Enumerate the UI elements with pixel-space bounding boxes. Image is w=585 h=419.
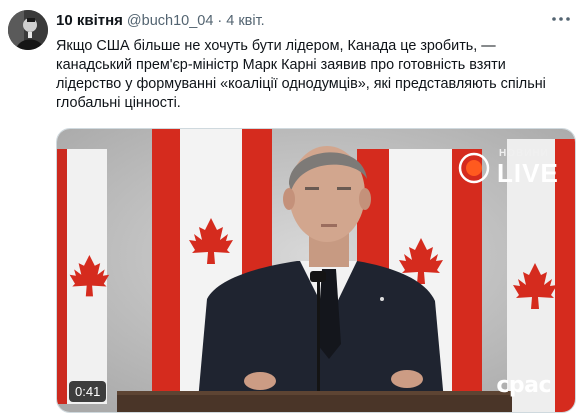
live-label: LIVE [497,158,559,188]
video-player[interactable]: НОВИНИ LIVE 0:41 cpac [56,128,576,413]
avatar-image [8,10,48,50]
tweet[interactable]: 10 квітня @buch10_04 · 4 квіт. Якщо США … [0,0,585,419]
more-dots-icon [552,17,570,21]
left-hand [244,372,276,390]
avatar[interactable] [8,10,48,50]
tweet-header: 10 квітня @buch10_04 · 4 квіт. [56,12,265,32]
live-logo: НОВИНИ LIVE [457,147,561,188]
user-handle[interactable]: @buch10_04 [127,13,213,29]
display-name[interactable]: 10 квітня [56,12,123,29]
cpac-watermark: cpac [496,373,551,398]
tweet-text: Якщо США більше не хочуть бути лідером, … [56,38,546,111]
flag-left-far [57,149,110,404]
live-record-icon [458,152,490,184]
tweet-time[interactable]: 4 квіт. [226,13,264,29]
video-duration-badge: 0:41 [69,381,107,402]
right-hand [391,370,423,388]
more-options-button[interactable] [547,8,575,30]
separator-dot: · [217,13,223,29]
